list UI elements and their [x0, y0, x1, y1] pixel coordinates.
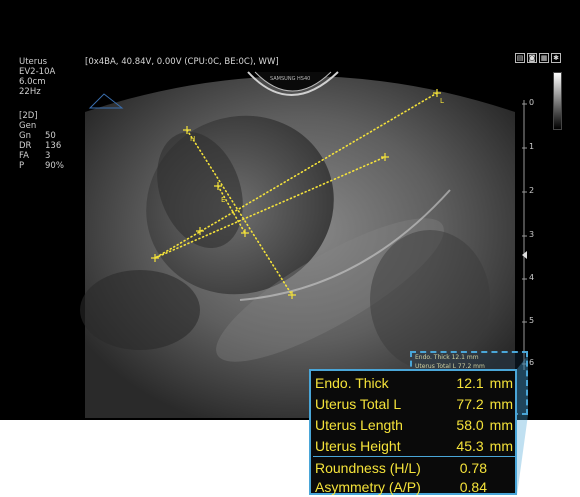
caliper-label-l: L: [440, 97, 444, 105]
print-icon[interactable]: ▤: [515, 53, 525, 63]
mode-label: [2D]: [19, 111, 38, 121]
settings-icon[interactable]: ✱: [551, 53, 561, 63]
measurement-results-panel: Endo. Thick 12.1 mm Uterus Total L 77.2 …: [309, 369, 517, 495]
camera-icon[interactable]: ◙: [527, 53, 537, 63]
result-row: Roundness (H/L) 0.78: [315, 458, 513, 478]
result-unit: mm: [489, 375, 513, 391]
result-row: Endo. Thick 12.1 mm: [315, 373, 513, 393]
result-label: Uterus Height: [315, 438, 401, 454]
result-value: 0.84: [459, 479, 487, 495]
param-value: 90%: [45, 161, 64, 171]
param-value: 136: [45, 141, 62, 151]
caliper-label-e: E: [221, 196, 226, 204]
param-value: 50: [45, 131, 56, 141]
param-key: DR: [19, 141, 32, 151]
brand-label: SAMSUNG HS40: [270, 76, 311, 82]
result-row: Uterus Length 58.0 mm: [315, 415, 513, 435]
depth-readout: 6.0cm: [19, 77, 46, 87]
frame-rate: 22Hz: [19, 87, 41, 97]
param-value: 3: [45, 151, 51, 161]
result-value: 12.1: [456, 375, 484, 391]
result-label: Roundness (H/L): [315, 460, 421, 476]
result-row: Asymmetry (A/P) 0.84: [315, 477, 513, 497]
result-label: Uterus Length: [315, 417, 403, 433]
result-value: 45.3: [456, 438, 484, 454]
ultrasound-screen: Uterus EV2-10A 6.0cm 22Hz [2D] Gen Gn 50 …: [0, 0, 580, 420]
toolbar-icons: ▤ ◙ ▦ ✱: [515, 53, 561, 63]
result-label: Endo. Thick: [315, 375, 389, 391]
result-label: Uterus Total L: [315, 396, 402, 412]
system-status: [0x4BA, 40.84V, 0.00V (CPU:0C, BE:0C), W…: [85, 57, 279, 67]
preset-label: Uterus: [19, 57, 48, 67]
result-unit: mm: [489, 438, 513, 454]
probe-model: EV2-10A: [19, 67, 56, 77]
mini-row: Endo. Thick 12.1 mm: [415, 354, 479, 361]
caliper-label-h: H: [190, 135, 196, 143]
result-value: 0.78: [459, 460, 487, 476]
result-row: Uterus Height 45.3 mm: [315, 436, 513, 456]
result-row: Uterus Total L 77.2 mm: [315, 394, 513, 414]
param-key: Gn: [19, 131, 31, 141]
doc-icon[interactable]: ▦: [539, 53, 549, 63]
result-unit: mm: [489, 396, 513, 412]
result-unit: mm: [489, 417, 513, 433]
grayscale-bar: [553, 72, 562, 130]
probe-info: Uterus EV2-10A 6.0cm 22Hz: [19, 57, 55, 97]
result-value: 77.2: [456, 396, 484, 412]
result-label: Asymmetry (A/P): [315, 479, 421, 495]
result-value: 58.0: [456, 417, 484, 433]
param-key: P: [19, 161, 25, 171]
mode-info: [2D] Gen Gn 50 DR 136 FA 3 P 90%: [19, 111, 64, 171]
mode-sub: Gen: [19, 121, 37, 131]
depth-scale: 0 1 2 3 4 5 6: [522, 98, 542, 370]
param-key: FA: [19, 151, 29, 161]
results-divider: [313, 456, 515, 457]
